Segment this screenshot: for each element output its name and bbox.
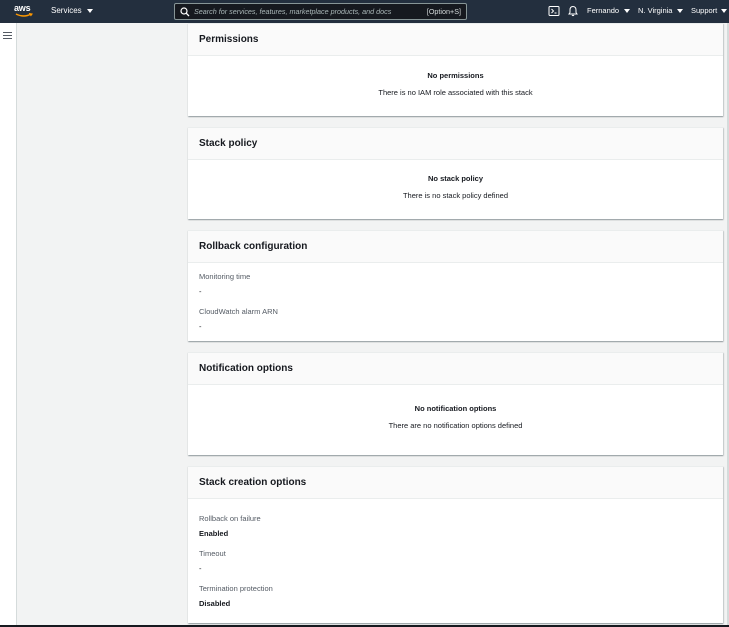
monitoring-time-label: Monitoring time [199,272,251,281]
timeout-value: - [199,564,202,573]
rollback-configuration-panel: Rollback configuration Monitoring time -… [188,230,723,341]
region-menu-button[interactable]: N. Virginia [638,6,684,15]
termination-protection-value: Disabled [199,599,231,608]
search-input[interactable]: Search for services, features, marketpla… [174,3,467,20]
services-label: Services [51,6,82,15]
support-label: Support [691,6,718,15]
cloudwatch-alarm-arn-field: CloudWatch alarm ARN - [199,307,278,331]
stack-creation-options-title: Stack creation options [199,477,307,488]
search-icon [180,7,190,17]
permissions-panel-header: Permissions [188,24,723,56]
permissions-panel: Permissions No permissions There is no I… [188,23,723,116]
timeout-label: Timeout [199,549,226,558]
cloudshell-icon[interactable] [548,5,560,17]
account-label: Fernando [587,6,620,15]
search-shortcut-hint: [Option+S] [426,7,461,16]
termination-protection-label: Termination protection [199,584,273,593]
chevron-down-icon [677,8,684,13]
stack-creation-options-panel-header: Stack creation options [188,467,723,499]
services-menu-button[interactable]: Services [51,6,93,15]
permissions-empty-title: No permissions [427,71,484,80]
stack-policy-empty-description: There is no stack policy defined [402,191,509,200]
aws-smile-icon [15,13,33,17]
notification-options-panel: Notification options No notification opt… [188,352,723,455]
stack-policy-empty-state: No stack policy There is no stack policy… [188,160,723,200]
monitoring-time-value: - [199,287,202,296]
permissions-empty-state: No permissions There is no IAM role asso… [188,56,723,97]
rollback-configuration-panel-header: Rollback configuration [188,231,723,263]
chevron-down-icon [86,8,93,13]
support-menu-button[interactable]: Support [691,6,728,15]
notification-options-panel-header: Notification options [188,353,723,385]
rollback-on-failure-value: Enabled [199,529,229,538]
stack-policy-empty-title: No stack policy [427,174,484,183]
termination-protection-field: Termination protection Disabled [199,584,273,608]
rollback-configuration-title: Rollback configuration [199,241,308,252]
aws-logo[interactable]: aws [14,3,34,19]
cloudwatch-alarm-arn-label: CloudWatch alarm ARN [199,307,278,316]
permissions-title: Permissions [199,34,259,45]
permissions-empty-description: There is no IAM role associated with thi… [378,88,533,97]
search-placeholder: Search for services, features, marketpla… [194,7,392,16]
rollback-on-failure-label: Rollback on failure [199,514,261,523]
aws-logo-text: aws [14,3,31,13]
chevron-down-icon [624,8,631,13]
side-navigation-rail [0,23,17,627]
top-navigation-bar: aws Services Search for services, featur… [0,0,729,23]
stack-creation-options-panel: Stack creation options Rollback on failu… [188,466,723,623]
stack-policy-title: Stack policy [199,138,258,149]
notification-options-empty-title: No notification options [414,404,497,413]
stack-policy-panel: Stack policy No stack policy There is no… [188,127,723,219]
rollback-on-failure-field: Rollback on failure Enabled [199,514,261,538]
cloudwatch-alarm-arn-value: - [199,322,202,331]
menu-icon[interactable] [3,32,12,40]
bell-icon[interactable] [567,5,579,17]
account-menu-button[interactable]: Fernando [587,6,631,15]
chevron-down-icon [721,8,728,13]
region-label: N. Virginia [638,6,673,15]
notification-options-empty-state: No notification options There are no not… [188,385,723,430]
stack-policy-panel-header: Stack policy [188,128,723,160]
monitoring-time-field: Monitoring time - [199,272,250,296]
timeout-field: Timeout - [199,549,226,573]
notification-options-empty-description: There are no notification options define… [388,421,523,430]
notification-options-title: Notification options [199,363,293,374]
